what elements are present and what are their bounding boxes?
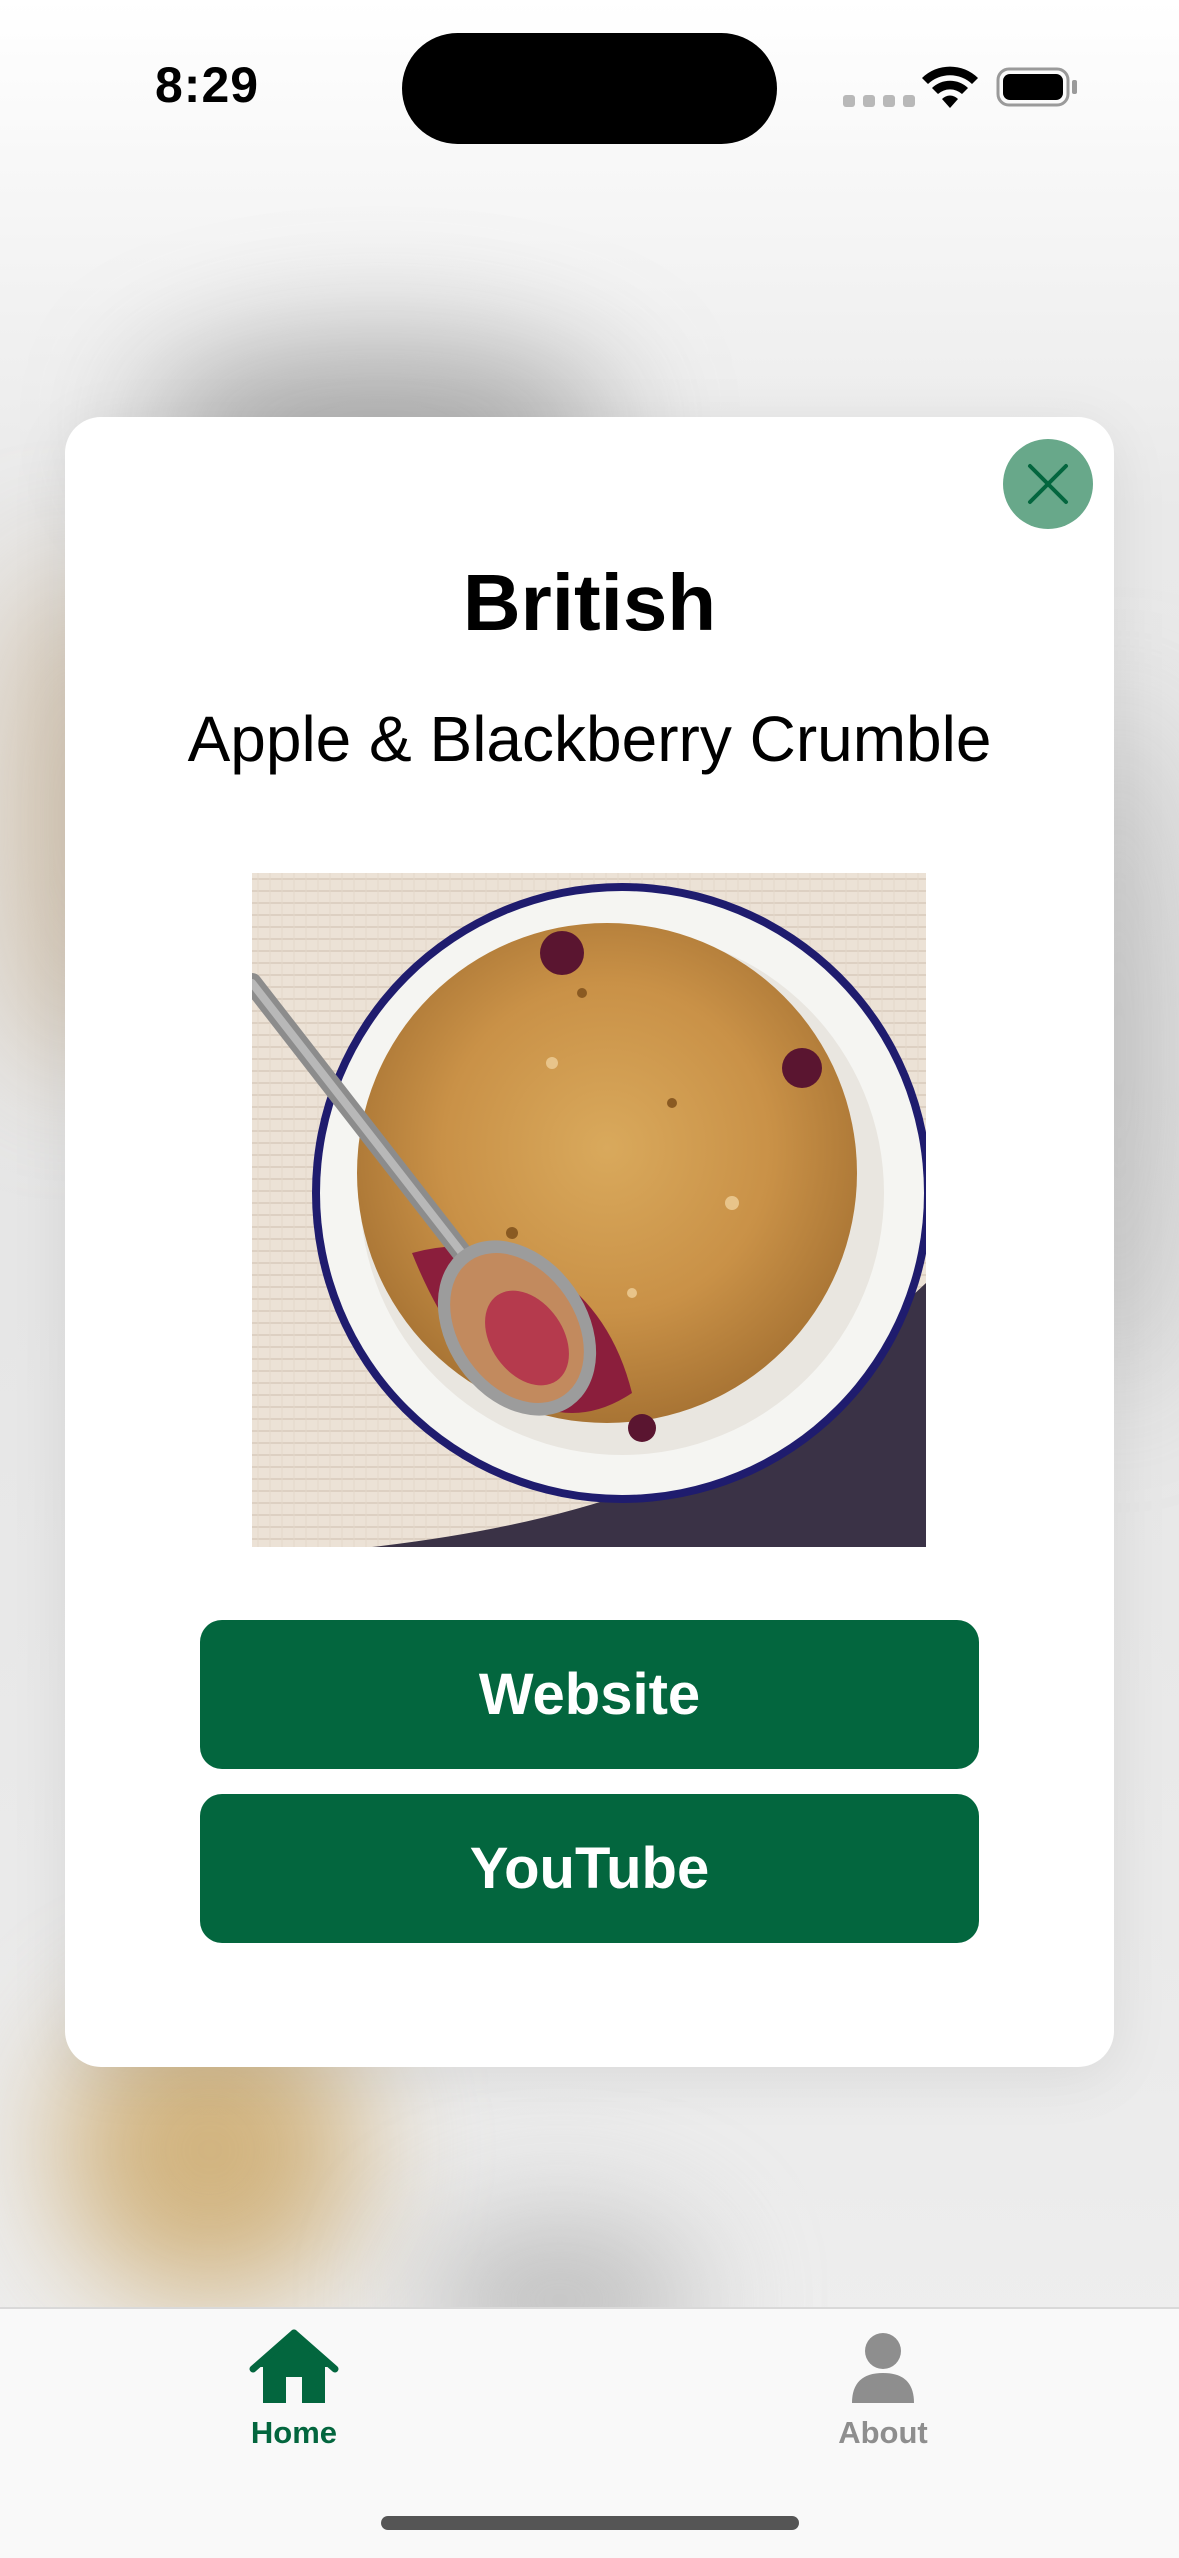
battery-icon [996, 67, 1077, 107]
cellular-signal-icon [843, 95, 915, 107]
house-icon [249, 2329, 339, 2403]
dynamic-island [402, 33, 777, 144]
tab-about-label: About [838, 2415, 928, 2450]
close-icon [1028, 464, 1068, 504]
meal-detail-modal: British Apple & Blackberry Crumble Websi… [65, 417, 1114, 2067]
home-indicator [381, 2516, 799, 2530]
meal-category: British [462, 558, 717, 647]
close-button[interactable] [1003, 439, 1093, 529]
website-button[interactable]: Website [200, 1620, 979, 1769]
meal-photo [252, 873, 926, 1547]
person-icon [852, 2333, 914, 2403]
status-time: 8:29 [155, 57, 260, 113]
tab-about[interactable]: About [783, 2327, 983, 2451]
status-bar: 8:29 [0, 0, 1179, 170]
youtube-button[interactable]: YouTube [200, 1794, 979, 1943]
meal-name: Apple & Blackberry Crumble [187, 703, 992, 775]
tab-home-label: Home [250, 2415, 338, 2450]
wifi-icon [922, 66, 978, 108]
tab-home[interactable]: Home [194, 2327, 394, 2451]
